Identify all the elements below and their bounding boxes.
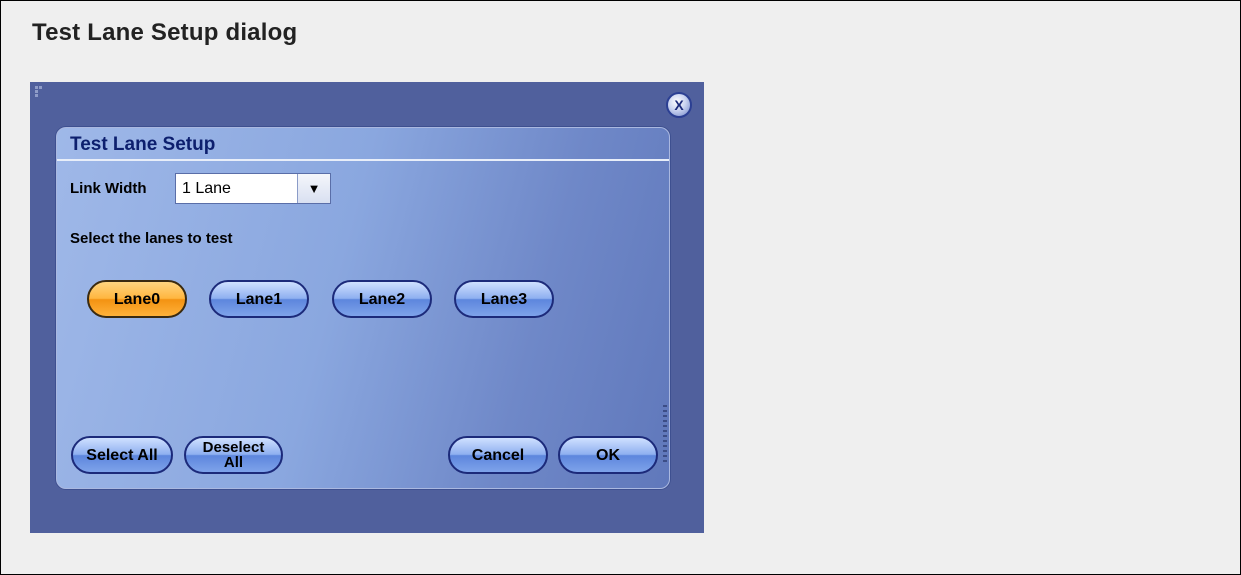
title-divider (57, 159, 669, 161)
deselect-all-label-line1: Deselect (202, 439, 265, 456)
dropdown-arrow-icon[interactable]: ▼ (297, 174, 330, 203)
figure-frame: Test Lane Setup dialog X Test Lane Setup… (0, 0, 1241, 575)
select-all-button[interactable]: Select All (71, 436, 173, 474)
link-width-select[interactable]: 1 Lane ▼ (175, 173, 331, 204)
panel-title: Test Lane Setup (70, 134, 216, 155)
close-button[interactable]: X (666, 92, 692, 118)
resize-grip[interactable] (663, 405, 667, 465)
lane2-button[interactable]: Lane2 (332, 280, 432, 318)
deselect-all-button[interactable]: Deselect All (184, 436, 283, 474)
close-icon: X (674, 97, 684, 113)
link-width-value: 1 Lane (182, 180, 231, 197)
test-lane-setup-panel: Test Lane Setup Link Width 1 Lane ▼ Sele… (56, 127, 670, 489)
lane3-button[interactable]: Lane3 (454, 280, 554, 318)
cancel-button[interactable]: Cancel (448, 436, 548, 474)
lane0-button[interactable]: Lane0 (87, 280, 187, 318)
window-corner-icon (35, 86, 42, 97)
deselect-all-label-line2: All (223, 454, 244, 471)
select-lanes-label: Select the lanes to test (70, 230, 233, 247)
figure-caption: Test Lane Setup dialog (32, 19, 298, 46)
link-width-label: Link Width (70, 180, 147, 197)
dialog-window: X Test Lane Setup Link Width 1 Lane ▼ Se… (30, 82, 704, 533)
ok-button[interactable]: OK (558, 436, 658, 474)
lane1-button[interactable]: Lane1 (209, 280, 309, 318)
